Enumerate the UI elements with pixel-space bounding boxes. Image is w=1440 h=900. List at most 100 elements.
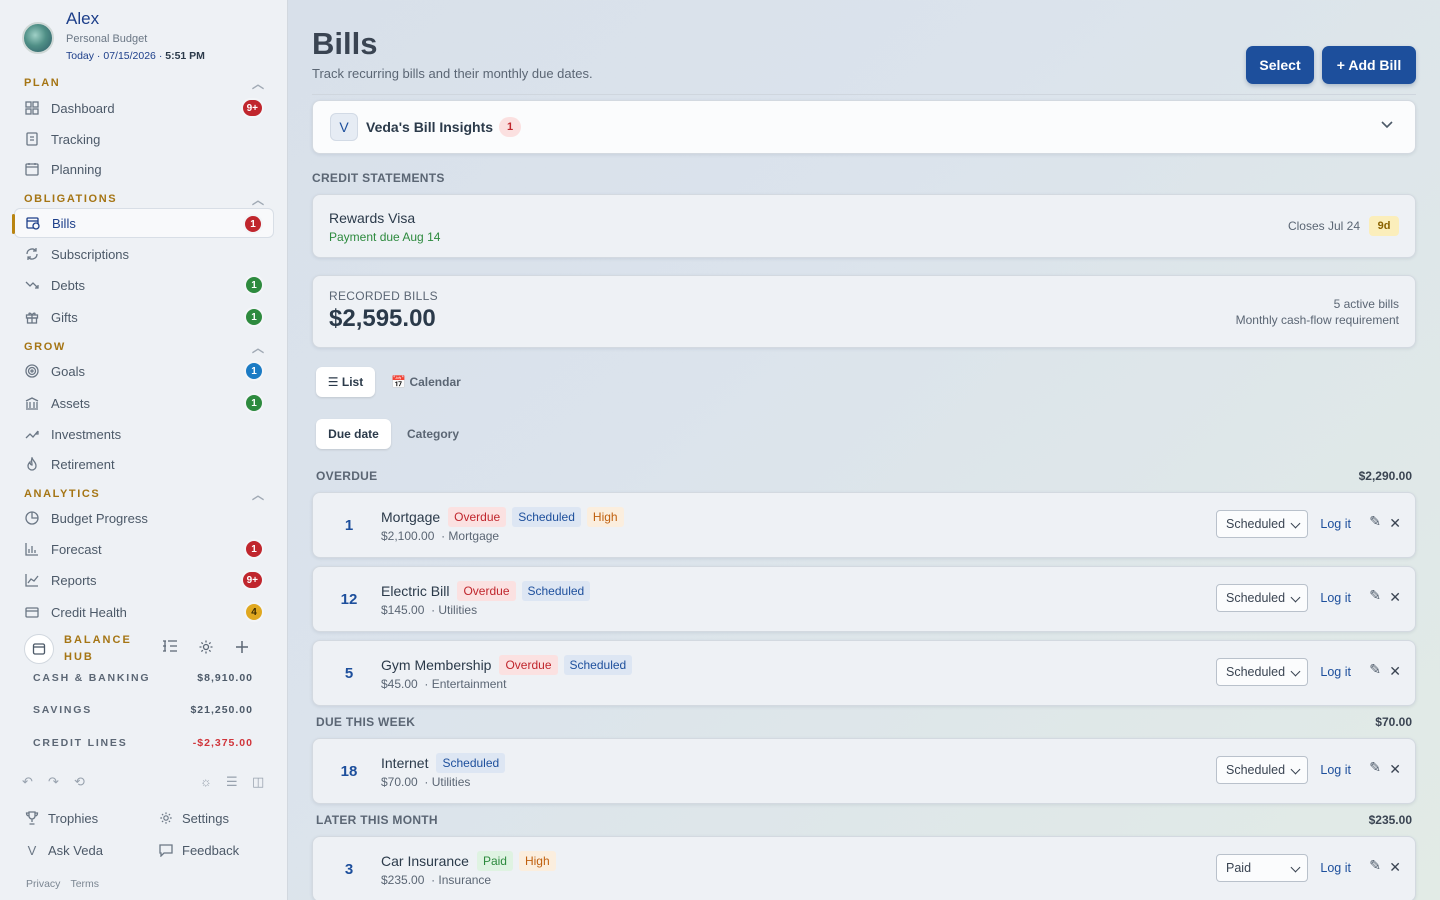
forecast-badge: 1 bbox=[244, 539, 264, 559]
sun-icon[interactable]: ☼ bbox=[200, 774, 212, 789]
privacy-link[interactable]: Privacy bbox=[26, 878, 60, 890]
close-icon[interactable]: ✕ bbox=[1389, 761, 1401, 778]
bill-status-select[interactable]: Scheduled bbox=[1216, 584, 1308, 612]
hub-row-cash[interactable]: CASH & BANKING $8,910.00 bbox=[33, 672, 253, 684]
edit-icon[interactable]: ✎ bbox=[1369, 661, 1381, 678]
close-icon[interactable]: ✕ bbox=[1389, 663, 1401, 680]
sidebar-item-forecast[interactable]: Forecast 1 bbox=[14, 534, 274, 564]
terms-link[interactable]: Terms bbox=[70, 878, 99, 890]
bill-meta: $45.00 · Entertainment bbox=[381, 677, 507, 691]
message-icon bbox=[158, 842, 174, 858]
log-it-link[interactable]: Log it bbox=[1320, 861, 1351, 875]
tab-group-category[interactable]: Category bbox=[397, 419, 469, 449]
insights-panel[interactable]: V Veda's Bill Insights 1 bbox=[312, 100, 1416, 154]
log-it-link[interactable]: Log it bbox=[1320, 591, 1351, 605]
sliders-icon[interactable]: ☰ bbox=[226, 774, 238, 790]
ask-veda-link[interactable]: V Ask Veda bbox=[24, 842, 103, 858]
section-obligations[interactable]: OBLIGATIONS ︿ bbox=[24, 193, 264, 207]
bill-row[interactable]: 1 Mortgage Overdue Scheduled High $2,100.00… bbox=[312, 492, 1416, 558]
select-button[interactable]: Select bbox=[1246, 46, 1314, 84]
bill-status-select[interactable]: Paid bbox=[1216, 854, 1308, 882]
sidebar-item-bills[interactable]: Bills 1 bbox=[12, 208, 274, 238]
feedback-link[interactable]: Feedback bbox=[158, 842, 239, 858]
sidebar-item-debts[interactable]: Debts 1 bbox=[14, 270, 274, 300]
close-icon[interactable]: ✕ bbox=[1389, 515, 1401, 532]
sidebar-item-gifts[interactable]: Gifts 1 bbox=[14, 302, 274, 332]
bills-badge: 1 bbox=[243, 214, 263, 234]
gear-icon[interactable] bbox=[198, 639, 214, 660]
sidebar-item-assets[interactable]: Assets 1 bbox=[14, 388, 274, 418]
bill-status-select[interactable]: Scheduled bbox=[1216, 510, 1308, 538]
sidebar-item-investments[interactable]: Investments bbox=[14, 419, 274, 449]
days-badge: 9d bbox=[1369, 216, 1399, 236]
chevron-up-icon[interactable]: ︿ bbox=[252, 191, 264, 208]
log-it-link[interactable]: Log it bbox=[1320, 517, 1351, 531]
card-name: Rewards Visa bbox=[329, 210, 416, 226]
bill-row[interactable]: 5 Gym Membership Overdue Scheduled $45.00 … bbox=[312, 640, 1416, 706]
credit-card-icon bbox=[24, 604, 40, 620]
section-analytics[interactable]: ANALYTICS ︿ bbox=[24, 488, 264, 502]
sidebar-item-subscriptions[interactable]: Subscriptions bbox=[14, 239, 274, 269]
edit-icon[interactable]: ✎ bbox=[1369, 513, 1381, 530]
chevron-up-icon[interactable]: ︿ bbox=[252, 486, 264, 503]
chevron-up-icon[interactable]: ︿ bbox=[252, 339, 264, 356]
history-icon[interactable]: ⟲ bbox=[74, 774, 85, 790]
tab-calendar-view[interactable]: 📅 Calendar bbox=[385, 367, 467, 397]
bill-meta: $70.00 · Utilities bbox=[381, 775, 471, 789]
tab-list-view[interactable]: ☰ List bbox=[316, 367, 375, 397]
bill-status-select[interactable]: Scheduled bbox=[1216, 756, 1308, 784]
bill-name: Mortgage bbox=[381, 509, 441, 525]
bill-due-day: 1 bbox=[344, 516, 354, 534]
receipt-icon bbox=[24, 131, 40, 147]
avatar[interactable] bbox=[22, 22, 54, 54]
wallet-icon[interactable] bbox=[24, 634, 54, 664]
header-divider bbox=[312, 94, 1416, 95]
sidebar-item-credit-health[interactable]: Credit Health 4 bbox=[14, 597, 274, 627]
cashflow-note: Monthly cash-flow requirement bbox=[1235, 313, 1399, 327]
section-grow[interactable]: GROW ︿ bbox=[24, 341, 264, 355]
bill-row[interactable]: 12 Electric Bill Overdue Scheduled $145.00… bbox=[312, 566, 1416, 632]
sidebar-item-tracking[interactable]: Tracking bbox=[14, 124, 274, 154]
active-bills-count: 5 active bills bbox=[1333, 297, 1399, 311]
close-icon[interactable]: ✕ bbox=[1389, 589, 1401, 606]
redo-icon[interactable]: ↷ bbox=[48, 774, 59, 790]
close-icon[interactable]: ✕ bbox=[1389, 859, 1401, 876]
hub-row-credit-lines[interactable]: CREDIT LINES -$2,375.00 bbox=[33, 737, 253, 749]
tab-group-due-date[interactable]: Due date bbox=[316, 419, 391, 449]
log-it-link[interactable]: Log it bbox=[1320, 665, 1351, 679]
sidebar-item-budget-progress[interactable]: Budget Progress bbox=[14, 503, 274, 533]
chevron-down-icon[interactable] bbox=[1381, 116, 1393, 132]
sidebar-item-reports[interactable]: Reports 9+ bbox=[14, 565, 274, 595]
user-name: Alex bbox=[66, 9, 100, 28]
sidebar-item-goals[interactable]: Goals 1 bbox=[14, 356, 274, 386]
insights-count-badge: 1 bbox=[499, 117, 521, 137]
section-plan[interactable]: PLAN ︿ bbox=[24, 77, 264, 91]
log-it-link[interactable]: Log it bbox=[1320, 763, 1351, 777]
trophies-link[interactable]: Trophies bbox=[24, 810, 98, 826]
bill-meta: $2,100.00 · Mortgage bbox=[381, 529, 500, 543]
credit-statement-card[interactable]: Rewards Visa Payment due Aug 14 Closes J… bbox=[312, 194, 1416, 258]
undo-icon[interactable]: ↶ bbox=[22, 774, 33, 790]
hub-row-savings[interactable]: SAVINGS $21,250.00 bbox=[33, 704, 253, 716]
plus-icon[interactable] bbox=[234, 639, 250, 660]
bill-row[interactable]: 18 Internet Scheduled $70.00 · Utilities … bbox=[312, 738, 1416, 804]
sidebar-item-planning[interactable]: Planning bbox=[14, 154, 274, 184]
bill-name: Electric Bill bbox=[381, 583, 450, 599]
payment-due: Payment due Aug 14 bbox=[329, 230, 441, 244]
profile[interactable]: Alex Personal Budget Today · 07/15/2026 … bbox=[22, 8, 205, 63]
bill-status-select[interactable]: Scheduled bbox=[1216, 658, 1308, 686]
edit-icon[interactable]: ✎ bbox=[1369, 587, 1381, 604]
dashboard-icon bbox=[24, 100, 40, 116]
bill-name: Gym Membership bbox=[381, 657, 492, 673]
edit-icon[interactable]: ✎ bbox=[1369, 857, 1381, 874]
list-tree-icon[interactable] bbox=[162, 639, 178, 660]
edit-icon[interactable]: ✎ bbox=[1369, 759, 1381, 776]
chevron-up-icon[interactable]: ︿ bbox=[252, 75, 264, 92]
refresh-icon bbox=[24, 246, 40, 262]
panel-icon[interactable]: ◫ bbox=[252, 774, 264, 790]
settings-link[interactable]: Settings bbox=[158, 810, 229, 826]
add-bill-button[interactable]: + Add Bill bbox=[1322, 46, 1416, 84]
sidebar-item-retirement[interactable]: Retirement bbox=[14, 449, 274, 479]
bill-row[interactable]: 3 Car Insurance Paid High $235.00 · Insura… bbox=[312, 836, 1416, 900]
sidebar-item-dashboard[interactable]: Dashboard 9+ bbox=[14, 93, 274, 123]
